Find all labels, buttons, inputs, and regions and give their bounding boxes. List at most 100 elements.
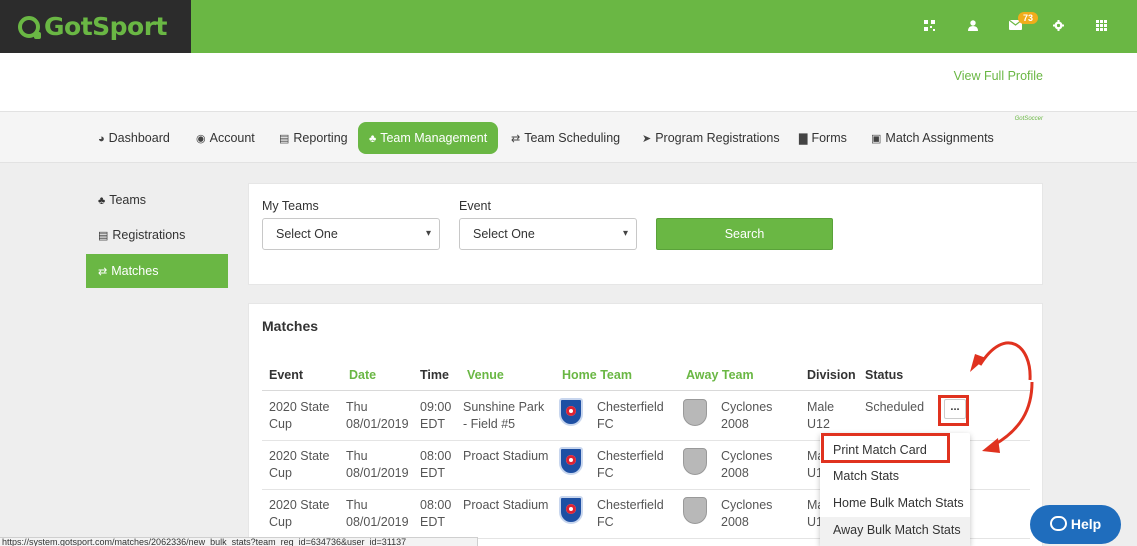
nav-team-scheduling-label: Team Scheduling: [524, 131, 621, 145]
event-select-value: Select One: [473, 227, 535, 241]
row-away-team[interactable]: Cyclones 2008: [721, 497, 772, 531]
col-home-team[interactable]: Home Team: [562, 368, 632, 382]
row-date: Thu 08/01/2019: [346, 400, 409, 431]
col-time[interactable]: Time: [420, 368, 449, 382]
col-status[interactable]: Status: [865, 368, 903, 382]
my-teams-select[interactable]: Select One ▾: [262, 218, 440, 250]
row-time: 08:00 EDT: [420, 498, 452, 529]
menu-item-away-bulk-match-stats[interactable]: Away Bulk Match Stats: [833, 523, 961, 537]
row-venue[interactable]: Proact Stadium: [463, 497, 548, 514]
row-venue[interactable]: Proact Stadium: [463, 448, 548, 465]
col-event[interactable]: Event: [269, 368, 303, 382]
annotation-arrows: [970, 341, 1034, 453]
nav-match-assignments-label: Match Assignments: [885, 131, 994, 145]
account-icon: ◉: [196, 133, 206, 145]
header-divider: [262, 390, 1030, 391]
col-venue[interactable]: Venue: [467, 368, 504, 382]
menu-item-match-stats[interactable]: Match Stats: [833, 469, 899, 483]
file-icon: ▇: [799, 133, 808, 145]
row-date: Thu 08/01/2019: [346, 498, 409, 529]
nav-dashboard-label: Dashboard: [108, 131, 170, 145]
row-venue[interactable]: Sunshine Park - Field #5: [463, 399, 544, 433]
users-icon: ♣: [98, 195, 106, 207]
gear-icon[interactable]: [1037, 19, 1080, 34]
top-icons: 73: [908, 0, 1123, 53]
sidebar-item-label: Teams: [109, 193, 147, 207]
gotsoccer-mini-logo: GotSoccer: [1014, 116, 1043, 122]
chevron-down-icon: ▾: [622, 228, 628, 239]
home-team-crest-icon: [559, 398, 583, 426]
print-card-highlight: [821, 433, 950, 463]
my-teams-label: My Teams: [262, 199, 319, 213]
row-away-team[interactable]: Cyclones 2008: [721, 448, 772, 482]
nav-team-scheduling[interactable]: ⇄ Team Scheduling: [511, 122, 620, 154]
exchange-icon: ⇄: [511, 133, 521, 145]
row-date: Thu 08/01/2019: [346, 449, 409, 480]
home-team-crest-icon: [559, 447, 583, 475]
row-event: 2020 State Cup: [269, 449, 330, 480]
exchange-icon: ⇄: [98, 266, 108, 278]
help-button[interactable]: Help: [1030, 505, 1121, 544]
col-division[interactable]: Division: [807, 368, 856, 382]
gotsport-logo[interactable]: GotSport: [0, 0, 191, 53]
chevron-down-icon: ▾: [425, 228, 431, 239]
arrowhead-print-card: [982, 438, 1000, 453]
arrow-to-more-button: [978, 341, 1032, 381]
qr-code-icon[interactable]: [908, 19, 951, 34]
arrowhead-more-button: [970, 354, 986, 372]
sidebar-item-teams[interactable]: ♣ Teams: [86, 183, 228, 217]
event-label: Event: [459, 199, 491, 213]
view-full-profile-link[interactable]: View Full Profile: [954, 69, 1043, 83]
arrow-to-print-card: [993, 381, 1034, 447]
nav-program-registrations[interactable]: ➤ Program Registrations: [642, 122, 780, 154]
col-date[interactable]: Date: [349, 368, 376, 382]
event-select[interactable]: Select One ▾: [459, 218, 637, 250]
row-away-team[interactable]: Cyclones 2008: [721, 399, 772, 433]
row-home-team[interactable]: Chesterfield FC: [597, 497, 664, 531]
nav-reporting[interactable]: ▤ Reporting: [279, 122, 348, 154]
reporting-icon: ▤: [279, 133, 290, 145]
nav-program-registrations-label: Program Registrations: [655, 131, 780, 145]
home-team-crest-icon: [559, 496, 583, 524]
my-teams-select-value: Select One: [276, 227, 338, 241]
nav-team-management[interactable]: ♣ Team Management: [358, 122, 499, 154]
browser-status-url: https://system.gotsport.com/matches/2062…: [0, 537, 478, 546]
row-division: Male U12: [807, 400, 835, 431]
nav-account-label: Account: [209, 131, 255, 145]
user-icon[interactable]: [951, 19, 994, 34]
chat-bubble-icon: [1049, 516, 1067, 531]
search-button[interactable]: Search: [656, 218, 833, 250]
away-team-crest-icon: [683, 497, 707, 524]
nav-account[interactable]: ◉ Account: [196, 122, 255, 154]
menu-item-home-bulk-match-stats[interactable]: Home Bulk Match Stats: [833, 496, 964, 510]
logo-mark-icon: [18, 15, 41, 39]
main-nav: GotSoccer ◕ Dashboard ◉ Account ▤ Reporting…: [0, 111, 1137, 163]
apps-grid-icon[interactable]: [1080, 19, 1123, 34]
top-bar: GotSport 73: [0, 0, 1137, 53]
calendar-icon: ▣: [871, 133, 882, 145]
nav-forms[interactable]: ▇ Forms: [799, 122, 847, 154]
send-icon: ➤: [642, 133, 652, 145]
sidebar-item-registrations[interactable]: ▤ Registrations: [86, 218, 228, 252]
away-team-crest-icon: [683, 399, 707, 426]
list-icon: ▤: [98, 230, 109, 242]
row-time: 09:00 EDT: [420, 400, 452, 431]
row-event: 2020 State Cup: [269, 400, 330, 431]
sidebar-item-label: Matches: [111, 264, 159, 278]
nav-dashboard[interactable]: ◕ Dashboard: [98, 122, 170, 154]
nav-reporting-label: Reporting: [293, 131, 348, 145]
nav-team-management-label: Team Management: [380, 131, 488, 145]
logo-text: GotSport: [44, 12, 168, 41]
nav-forms-label: Forms: [811, 131, 847, 145]
nav-match-assignments[interactable]: ▣ Match Assignments: [871, 122, 994, 154]
row-home-team[interactable]: Chesterfield FC: [597, 399, 664, 433]
mail-button[interactable]: 73: [994, 12, 1039, 33]
col-away-team[interactable]: Away Team: [686, 368, 754, 382]
team-icon: ♣: [369, 133, 377, 145]
mail-count-badge: 73: [1018, 12, 1039, 24]
row-home-team[interactable]: Chesterfield FC: [597, 448, 664, 482]
away-team-crest-icon: [683, 448, 707, 475]
help-label: Help: [1070, 516, 1102, 532]
row-status: Scheduled: [865, 400, 925, 414]
sidebar-item-matches[interactable]: ⇄ Matches: [86, 254, 228, 288]
